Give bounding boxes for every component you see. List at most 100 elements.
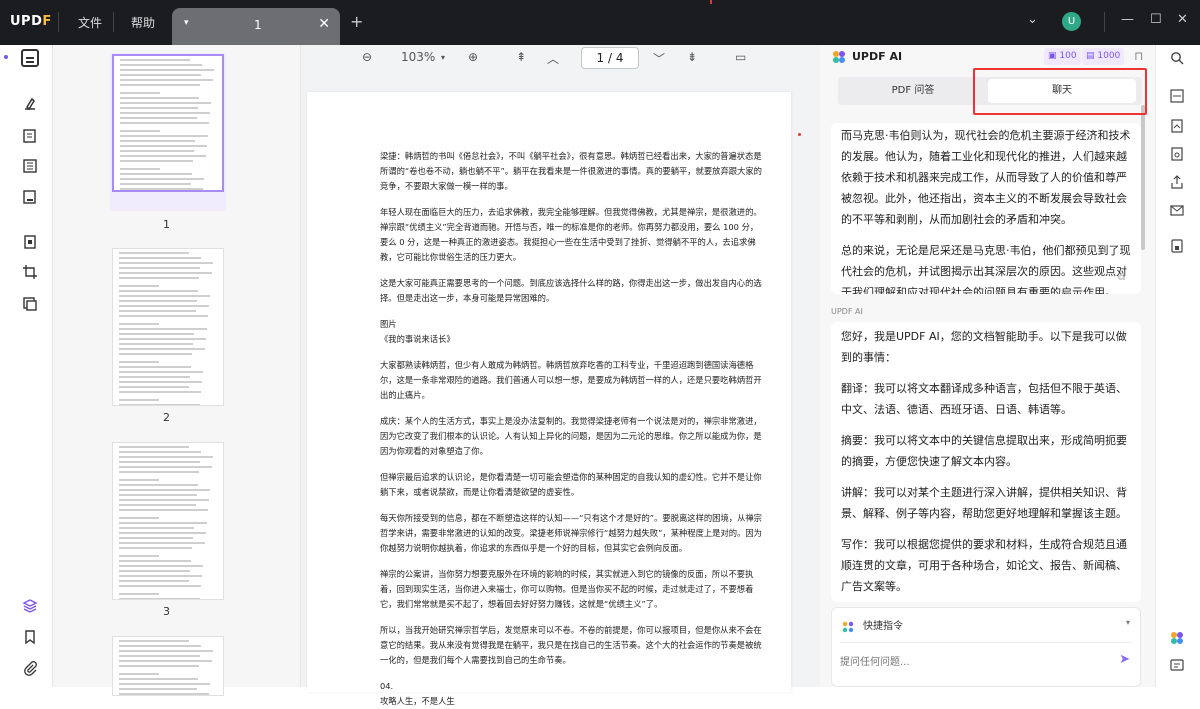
thumbnail-text-line	[119, 660, 212, 662]
minimize-icon[interactable]: —	[1121, 12, 1134, 27]
page-thumbnail-1[interactable]	[112, 54, 224, 192]
scrollbar[interactable]	[1141, 105, 1145, 250]
thumbnail-text-line	[119, 517, 159, 519]
document-tab[interactable]: ▾ 1 ✕	[172, 8, 340, 45]
save-icon[interactable]	[1168, 237, 1186, 255]
convert-icon[interactable]	[21, 295, 39, 313]
thumbnail-text-line	[119, 693, 209, 695]
intro-paragraph: 翻译：我可以将文本翻译成多种语言，包括但不限于英语、中文、法语、德语、西班牙语、…	[841, 382, 1127, 416]
divider	[840, 642, 1132, 643]
organize-pages-icon[interactable]	[21, 233, 39, 251]
mail-icon[interactable]	[1168, 201, 1186, 219]
thumbnail-text-line	[119, 650, 213, 652]
document-paragraph: 梁捷：韩炳哲的书叫《倦怠社会》，不叫《躺平社会》，很有意思。韩炳哲已经看出来，大…	[380, 151, 762, 191]
previous-page-icon[interactable]: ︿	[547, 50, 559, 67]
tab-dropdown-icon[interactable]: ▾	[184, 18, 189, 28]
thumbnail-text-line	[119, 285, 159, 287]
thumbnail-label: 2	[163, 411, 170, 424]
thumbnail-text-line	[119, 655, 200, 657]
share-icon[interactable]	[1168, 173, 1186, 191]
first-page-icon[interactable]: ⇞	[516, 50, 526, 64]
search-icon[interactable]	[1168, 49, 1186, 67]
next-page-icon[interactable]: ﹀	[653, 50, 665, 67]
thumbnail-text-line	[120, 173, 192, 175]
zoom-in-icon[interactable]: ⊕	[468, 50, 478, 64]
thumbnail-label: 1	[163, 218, 170, 231]
ocr-icon[interactable]	[1168, 87, 1186, 105]
reader-icon[interactable]	[21, 49, 39, 67]
page-thumbnail-3[interactable]	[112, 442, 224, 600]
thumbnail-text-line	[119, 461, 200, 463]
highlighter-icon[interactable]	[21, 95, 39, 113]
send-icon[interactable]: ➤	[1119, 652, 1130, 667]
intro-paragraph: 摘要：我可以将文本中的关键信息提取出来，形成简明扼要的摘要，方便您快速了解文本内…	[841, 434, 1127, 468]
thumbnail-text-line	[119, 479, 159, 481]
active-dot	[4, 55, 8, 59]
attachment-icon[interactable]	[21, 659, 39, 677]
thumbnail-text-line	[120, 112, 210, 114]
chat-input[interactable]	[840, 652, 1100, 672]
divider	[58, 12, 59, 32]
chevron-down-icon[interactable]: ⌄	[1027, 12, 1038, 27]
quick-command-button[interactable]: 快捷指令	[863, 617, 903, 632]
thumbnail-text-line	[119, 527, 194, 529]
thumbnail-text-line	[119, 343, 193, 345]
comment-icon[interactable]: ▭	[735, 50, 746, 64]
menu-file[interactable]: 文件	[78, 14, 102, 31]
thumbnail-text-line	[119, 575, 202, 577]
quick-command-icon	[842, 618, 854, 637]
view-toolbar: ⊖ 103% ▾ ⊕ ⇞ ︿ 1 / 4 ﹀ ⇟ ▭	[301, 45, 820, 73]
pdf-page[interactable]: 梁捷：韩炳哲的书叫《倦怠社会》，不叫《躺平社会》，很有意思。韩炳哲已经看出来，大…	[307, 92, 791, 706]
tab-pdf-qa[interactable]: PDF 问答	[840, 79, 986, 103]
maximize-icon[interactable]: ☐	[1150, 12, 1162, 27]
thumbnail-text-line	[119, 683, 210, 685]
thumbnail-text-line	[119, 376, 190, 378]
feedback-icon[interactable]	[1168, 657, 1186, 675]
crop-icon[interactable]	[21, 263, 39, 281]
protect-icon[interactable]	[1168, 145, 1186, 163]
zoom-out-icon[interactable]: ⊖	[362, 50, 372, 64]
zoom-dropdown-icon[interactable]: ▾	[441, 53, 445, 62]
close-window-icon[interactable]: ✕	[1177, 12, 1188, 27]
copy-icon[interactable]: ⧉	[1118, 272, 1125, 283]
updf-ai-icon[interactable]	[1168, 629, 1186, 647]
red-marker	[710, 0, 712, 4]
thumbnail-text-line	[119, 499, 209, 501]
zoom-level[interactable]: 103%	[401, 50, 435, 64]
layers-icon[interactable]	[21, 597, 39, 615]
document-paragraph: 禅宗的公案讲，当你努力想要克服外在环境的影响的时候，其实就进入到它的镜像的反面，…	[380, 569, 754, 609]
new-tab-button[interactable]: +	[350, 12, 363, 31]
thumbnail-text-line	[119, 565, 203, 567]
intro-paragraph: 讲解：我可以对某个主题进行深入讲解，提供相关知识、背景、解释、例子等内容，帮助您…	[841, 486, 1127, 520]
form-icon[interactable]	[21, 157, 39, 175]
title-bar: UPDF 文件 帮助 ▾ 1 ✕ + ⌄ U — ☐ ✕	[0, 0, 1200, 45]
close-tab-icon[interactable]: ✕	[318, 16, 330, 32]
page-number-input[interactable]: 1 / 4	[581, 47, 639, 69]
thumbnail-text-line	[119, 522, 207, 524]
chevron-down-icon[interactable]: ▾	[1126, 618, 1130, 627]
lock-icon[interactable]: ⊓	[1134, 49, 1143, 63]
last-page-icon[interactable]: ⇟	[687, 50, 697, 64]
updf-ai-logo-icon	[832, 49, 846, 68]
edit-pdf-icon[interactable]	[21, 127, 39, 145]
thumbnail-text-line	[119, 678, 198, 680]
thumbnail-text-line	[119, 262, 213, 264]
page-thumbnail-4[interactable]	[112, 636, 224, 696]
thumbnail-text-line	[119, 593, 159, 595]
thumbnail-text-line	[119, 338, 206, 340]
chat-message: 您好，我是UPDF AI，您的文档智能助手。以下是我可以做到的事情： 翻译：我可以…	[831, 322, 1141, 602]
menu-help[interactable]: 帮助	[131, 14, 155, 31]
thumbnail-text-line	[119, 386, 189, 388]
page-thumbnail-2[interactable]	[112, 248, 224, 406]
intro-paragraph: 写作：我可以根据您提供的要求和材料，生成符合规范且通顺连贯的文章，可用于各种场合…	[841, 538, 1127, 593]
avatar[interactable]: U	[1062, 12, 1081, 31]
thumbnail-text-line	[120, 79, 213, 81]
thumbnail-text-line	[120, 150, 194, 152]
sign-icon[interactable]	[21, 188, 39, 206]
thumbnail-text-line	[119, 466, 212, 468]
thumbnail-text-line	[119, 451, 201, 453]
convert-pdf-icon[interactable]	[1168, 117, 1186, 135]
app-logo: UPDF	[10, 14, 52, 29]
bookmark-icon[interactable]	[21, 628, 39, 646]
thumbnail-text-line	[120, 183, 191, 185]
